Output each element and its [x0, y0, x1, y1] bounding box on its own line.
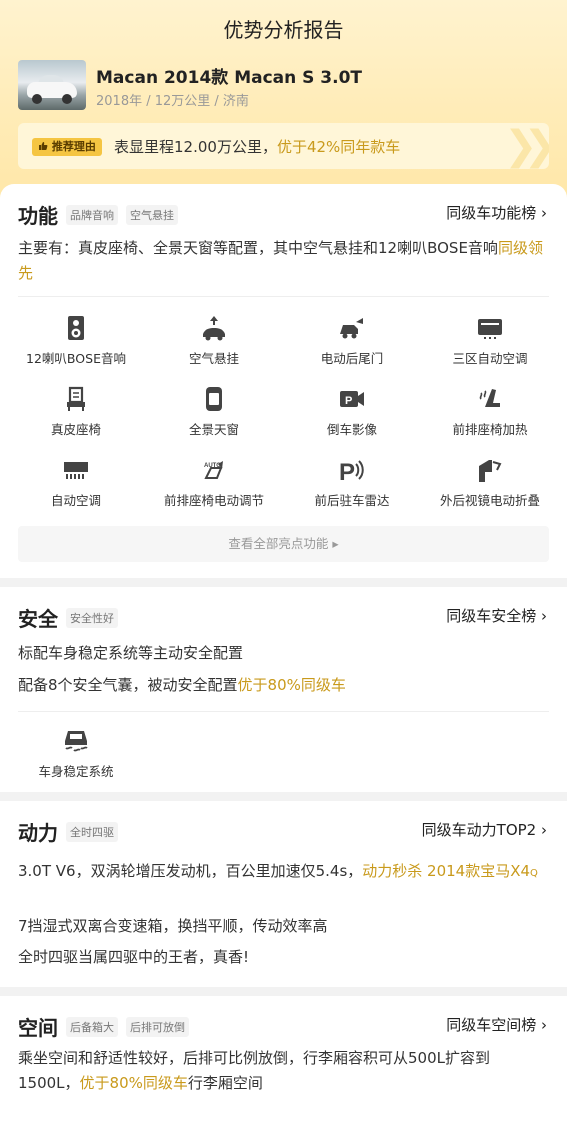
report-header: 优势分析报告 Macan 2014款 Macan S 3.0T 2018年 / … — [0, 0, 567, 200]
power-seat-icon: AUTO — [200, 456, 228, 484]
power-line-3: 全时四驱当属四驱中的王者，真香! — [18, 948, 250, 966]
function-tag: 空气悬挂 — [126, 204, 178, 225]
feature-item[interactable]: 自动空调 — [6, 456, 146, 509]
feature-item[interactable]: AUTO 前排座椅电动调节 — [144, 456, 284, 509]
speaker-icon — [62, 314, 90, 342]
feature-item[interactable]: 前排座椅加热 — [420, 385, 560, 438]
mirror-fold-icon — [476, 456, 504, 484]
space-tag: 后备箱大 — [66, 1016, 118, 1037]
safety-line-2-highlight: 优于80%同级车 — [237, 676, 346, 694]
space-desc-highlight: 优于80%同级车 — [79, 1074, 188, 1092]
panoramic-sunroof-icon — [200, 385, 228, 413]
feature-label: 空气悬挂 — [188, 351, 239, 366]
recommend-reason-text: 表显里程12.00万公里，优于42%同年款车 — [114, 136, 400, 157]
decorative-chevrons-icon: ❯❯ — [503, 123, 549, 169]
space-title: 空间 — [18, 1016, 58, 1040]
tri-zone-ac-icon — [476, 314, 504, 342]
svg-text:AUTO: AUTO — [204, 463, 221, 469]
feature-label: 自动空调 — [50, 493, 101, 508]
feature-label: 前后驻车雷达 — [314, 493, 390, 508]
power-tailgate-icon — [338, 314, 366, 342]
space-desc-tail: 行李厢空间 — [187, 1074, 263, 1092]
stability-control-icon — [62, 727, 90, 755]
feature-item[interactable]: P 前后驻车雷达 — [282, 456, 422, 509]
feature-item[interactable]: 车身稳定系统 — [6, 727, 146, 780]
reverse-camera-icon: P — [338, 385, 366, 413]
car-wheel — [62, 94, 72, 104]
space-tag: 后排可放倒 — [126, 1016, 189, 1037]
auto-ac-icon — [62, 456, 90, 484]
power-rank-link[interactable]: 同级车动力TOP2 › — [422, 819, 547, 840]
safety-head: 安全 安全性好 — [18, 603, 118, 632]
feature-item[interactable]: P 倒车影像 — [282, 385, 422, 438]
safety-rank-link[interactable]: 同级车安全榜 › — [446, 605, 547, 626]
function-title: 功能 — [18, 204, 58, 228]
feature-label: 全景天窗 — [188, 422, 239, 437]
space-rank-link[interactable]: 同级车空间榜 › — [446, 1014, 547, 1035]
function-rank-link[interactable]: 同级车功能榜 › — [446, 202, 547, 223]
function-tag: 品牌音响 — [66, 204, 118, 225]
power-title: 动力 — [18, 821, 58, 845]
power-line-1-mark: Q — [530, 868, 538, 879]
safety-tag: 安全性好 — [66, 607, 118, 628]
car-name: Macan 2014款 Macan S 3.0T — [96, 68, 363, 88]
power-head: 动力 全时四驱 — [18, 817, 118, 846]
car-wheel — [32, 94, 42, 104]
divider — [18, 296, 549, 297]
space-head: 空间 后备箱大 后排可放倒 — [18, 1012, 189, 1041]
leather-seat-icon — [62, 385, 90, 413]
feature-item[interactable]: 12喇叭BOSE音响 — [6, 314, 146, 367]
feature-item[interactable]: 全景天窗 — [144, 385, 284, 438]
feature-item[interactable]: 真皮座椅 — [6, 385, 146, 438]
feature-label: 车身稳定系统 — [38, 764, 114, 779]
safety-line-2-main: 配备8个安全气囊，被动安全配置 — [18, 676, 238, 694]
parking-radar-icon: P — [338, 456, 366, 486]
function-desc-main: 主要有：真皮座椅、全景天窗等配置，其中空气悬挂和12喇叭BOSE音响 — [18, 239, 498, 257]
safety-title: 安全 — [18, 607, 58, 631]
thumbs-up-icon — [38, 140, 52, 153]
power-line-1-main: 3.0T V6，双涡轮增压发动机，百公里加速仅5.4s， — [18, 862, 363, 880]
feature-label: 真皮座椅 — [50, 422, 101, 437]
safety-line-2: 配备8个安全气囊，被动安全配置优于80%同级车 — [18, 673, 549, 698]
feature-label: 前排座椅加热 — [452, 422, 528, 437]
feature-item[interactable]: 电动后尾门 — [282, 314, 422, 367]
divider — [18, 711, 549, 712]
see-all-features-button[interactable]: 查看全部亮点功能 ▸ — [18, 526, 549, 562]
recommend-reason-box: 推荐理由 表显里程12.00万公里，优于42%同年款车 ❯❯ — [18, 123, 549, 169]
svg-text:P: P — [339, 459, 355, 484]
power-tag: 全时四驱 — [66, 821, 118, 842]
feature-item[interactable]: 空气悬挂 — [144, 314, 284, 367]
seat-heating-icon — [476, 385, 504, 413]
svg-text:P: P — [345, 395, 352, 407]
function-description: 主要有：真皮座椅、全景天窗等配置，其中空气悬挂和12喇叭BOSE音响同级领先 — [18, 236, 549, 286]
feature-label: 前排座椅电动调节 — [163, 493, 264, 508]
feature-label: 外后视镜电动折叠 — [439, 493, 540, 508]
function-section: 功能 品牌音响 空气悬挂 同级车功能榜 › 主要有：真皮座椅、全景天窗等配置，其… — [0, 184, 567, 578]
function-head: 功能 品牌音响 空气悬挂 — [18, 200, 178, 229]
space-section: 空间 后备箱大 后排可放倒 同级车空间榜 › 乘坐空间和舒适性较好，后排可比例放… — [0, 996, 567, 1140]
feature-item[interactable]: 三区自动空调 — [420, 314, 560, 367]
feature-item[interactable]: 外后视镜电动折叠 — [420, 456, 560, 509]
feature-label: 三区自动空调 — [452, 351, 528, 366]
car-thumbnail[interactable] — [18, 60, 86, 110]
reason-text-main: 表显里程12.00万公里， — [114, 138, 277, 156]
space-description: 乘坐空间和舒适性较好，后排可比例放倒，行李厢容积可从500L扩容到1500L，优… — [18, 1046, 549, 1096]
safety-line-1: 标配车身稳定系统等主动安全配置 — [18, 644, 244, 662]
feature-label: 12喇叭BOSE音响 — [26, 351, 126, 366]
reason-text-highlight: 优于42%同年款车 — [276, 138, 401, 156]
page-title: 优势分析报告 — [223, 18, 344, 42]
car-meta: 2018年 / 12万公里 / 济南 — [96, 94, 249, 109]
power-line-1-highlight: 动力秒杀 2014款宝马X4 — [362, 862, 531, 880]
power-section: 动力 全时四驱 同级车动力TOP2 › 3.0T V6，双涡轮增压发动机，百公里… — [0, 801, 567, 987]
recommend-reason-tag-label: 推荐理由 — [51, 140, 96, 153]
power-line-1: 3.0T V6，双涡轮增压发动机，百公里加速仅5.4s，动力秒杀 2014款宝马… — [18, 859, 549, 886]
power-line-2: 7挡湿式双离合变速箱，换挡平顺，传动效率高 — [18, 917, 328, 935]
safety-section: 安全 安全性好 同级车安全榜 › 标配车身稳定系统等主动安全配置 配备8个安全气… — [0, 587, 567, 792]
air-suspension-icon — [200, 314, 228, 342]
feature-label: 电动后尾门 — [320, 351, 384, 366]
recommend-reason-tag: 推荐理由 — [32, 138, 102, 156]
feature-label: 倒车影像 — [326, 422, 377, 437]
